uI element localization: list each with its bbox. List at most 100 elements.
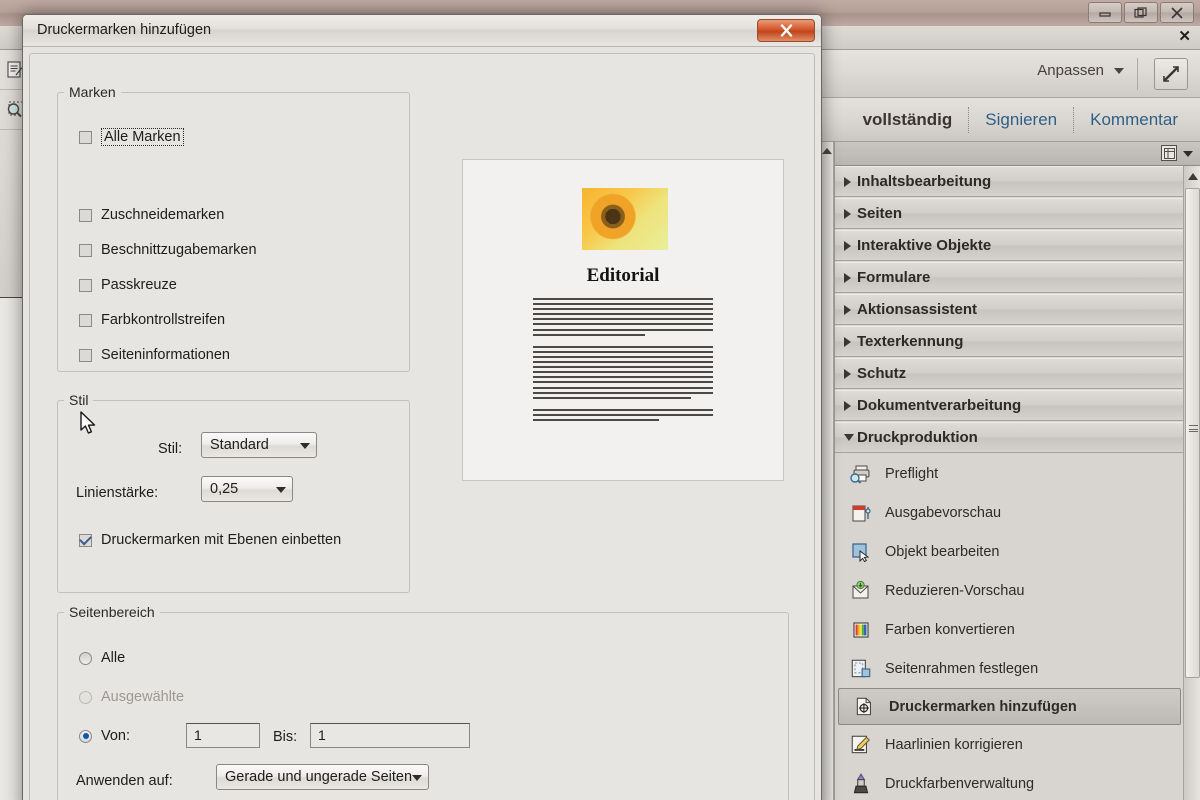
chevron-right-icon (844, 272, 851, 283)
tool-group-texterkennung[interactable]: Texterkennung (835, 326, 1184, 357)
sunflower-photo (582, 188, 668, 250)
tool-group-druckproduktion[interactable]: Druckproduktion (835, 422, 1184, 453)
chevron-down-icon (300, 443, 310, 449)
chevron-right-icon (844, 208, 851, 219)
add-printer-marks-icon (856, 697, 871, 715)
checkbox-seiteninformationen[interactable]: Seiteninformationen (79, 347, 230, 363)
tools-panel: Inhaltsbearbeitung Seiten Interaktive Ob… (834, 142, 1200, 800)
tool-item-preflight[interactable]: Preflight (835, 454, 1184, 493)
checkbox-box[interactable] (79, 313, 92, 327)
tool-item-label: Druckfarbenverwaltung (885, 775, 1035, 792)
bis-label: Bis: (273, 729, 298, 745)
checkbox-label: Seiteninformationen (101, 347, 230, 363)
bis-input[interactable]: 1 (310, 723, 470, 748)
stil-field-label: Stil: (158, 441, 183, 457)
chevron-down-icon (1114, 67, 1124, 74)
checkbox-beschnittzugabemarken[interactable]: Beschnittzugabemarken (79, 242, 257, 258)
tool-item-druckermarken-hinzufuegen[interactable]: Druckermarken hinzufügen (838, 688, 1181, 725)
tool-item-ausgabevorschau[interactable]: Ausgabevorschau (835, 493, 1184, 532)
anpassen-dropdown[interactable]: Anpassen (1037, 62, 1124, 79)
tool-item-label: Farben konvertieren (885, 621, 1015, 638)
stil-select[interactable]: Standard (201, 432, 317, 458)
checkbox-box[interactable] (79, 278, 92, 292)
tool-group-seiten[interactable]: Seiten (835, 198, 1184, 229)
marken-group: Marken Alle Marken Zuschneidemarken Besc… (57, 84, 410, 372)
tool-group-label: Formulare (857, 269, 931, 286)
tool-group-label: Seiten (857, 205, 903, 222)
chevron-right-icon (844, 400, 851, 411)
tool-item-seitenrahmen-festlegen[interactable]: Seitenrahmen festlegen (835, 649, 1184, 688)
checkbox-druckermarken-ebenen-einbetten[interactable]: Druckermarken mit Ebenen einbetten (79, 532, 341, 548)
panel-options-icon[interactable] (1161, 145, 1177, 161)
radio-ausgewaehlte: Ausgewählte (79, 689, 184, 705)
set-page-boxes-icon (851, 659, 871, 677)
checkbox-box[interactable] (79, 348, 92, 362)
tool-group-inhaltsbearbeitung[interactable]: Inhaltsbearbeitung (835, 166, 1184, 197)
tool-item-druckfarbenverwaltung[interactable]: Druckfarbenverwaltung (835, 764, 1184, 800)
checkbox-label: Alle Marken (101, 128, 184, 146)
expand-view-button[interactable] (1154, 58, 1188, 90)
scroll-up-icon[interactable] (1187, 173, 1198, 180)
checkbox-box[interactable] (79, 243, 92, 257)
close-icon (780, 24, 792, 37)
radio-circle[interactable] (79, 651, 92, 665)
tool-item-haarlinien-korrigieren[interactable]: Haarlinien korrigieren (835, 725, 1184, 764)
tab-vollstaendig[interactable]: vollständig (847, 110, 969, 130)
seitenbereich-group: Seitenbereich Alle Ausgewählte Von: 1 Bi… (57, 604, 789, 800)
tool-group-aktionsassistent[interactable]: Aktionsassistent (835, 294, 1184, 325)
dialog-close-button[interactable] (757, 19, 815, 42)
anwenden-auf-select[interactable]: Gerade und ungerade Seiten (216, 764, 429, 790)
scrollbar-thumb[interactable] (1185, 188, 1200, 678)
tab-signieren[interactable]: Signieren (969, 110, 1073, 130)
tool-item-label: Ausgabevorschau (885, 504, 1002, 521)
checkbox-alle-marken[interactable]: Alle Marken (79, 128, 184, 146)
radio-alle[interactable]: Alle (79, 650, 125, 666)
tools-panel-scrollbar[interactable] (1183, 166, 1200, 800)
close-button[interactable] (1160, 2, 1194, 23)
minimize-button[interactable] (1088, 2, 1122, 23)
radio-circle[interactable] (79, 729, 92, 743)
tool-group-dokumentverarbeitung[interactable]: Dokumentverarbeitung (835, 390, 1184, 421)
scrollbar-grip-icon (1189, 425, 1198, 432)
linienstaerke-select-value: 0,25 (210, 481, 239, 497)
tool-group-schutz[interactable]: Schutz (835, 358, 1184, 389)
checkbox-box[interactable] (79, 130, 92, 144)
chevron-right-icon (844, 336, 851, 347)
tool-item-reduzieren-vorschau[interactable]: Reduzieren-Vorschau (835, 571, 1184, 610)
checkbox-label: Farbkontrollstreifen (101, 312, 226, 328)
checkbox-farbkontrollstreifen[interactable]: Farbkontrollstreifen (79, 312, 225, 328)
chevron-right-icon (844, 176, 851, 187)
checkbox-label: Beschnittzugabemarken (101, 242, 257, 258)
restore-button[interactable] (1124, 2, 1158, 23)
radio-von[interactable]: Von: (79, 728, 130, 744)
mouse-cursor (80, 411, 96, 434)
convert-colors-icon (849, 618, 873, 642)
chevron-down-icon[interactable] (1183, 151, 1193, 157)
checkbox-passkreuze[interactable]: Passkreuze (79, 277, 177, 293)
checkbox-label: Zuschneidemarken (101, 207, 225, 223)
tool-group-interaktive-objekte[interactable]: Interaktive Objekte (835, 230, 1184, 261)
fix-hairlines-icon (851, 735, 870, 753)
tool-item-objekt-bearbeiten[interactable]: Objekt bearbeiten (835, 532, 1184, 571)
checkbox-label: Druckermarken mit Ebenen einbetten (101, 532, 342, 548)
tool-item-label: Preflight (885, 465, 939, 482)
marken-legend: Marken (69, 84, 116, 100)
checkbox-label: Passkreuze (101, 277, 177, 293)
dialog-titlebar[interactable]: Druckermarken hinzufügen (23, 15, 821, 47)
close-icon[interactable]: ✕ (1178, 29, 1191, 45)
preflight-printer-icon (849, 462, 873, 486)
chevron-down-icon (844, 434, 854, 441)
dialog-body: Marken Alle Marken Zuschneidemarken Besc… (29, 53, 815, 800)
chevron-right-icon (844, 240, 851, 251)
checkbox-box[interactable] (79, 533, 92, 547)
scroll-up-icon[interactable] (822, 148, 832, 154)
checkbox-box[interactable] (79, 208, 92, 222)
linienstaerke-select[interactable]: 0,25 (201, 476, 293, 502)
expand-arrows-icon (1163, 66, 1179, 82)
tab-kommentar[interactable]: Kommentar (1074, 110, 1200, 130)
tool-group-formulare[interactable]: Formulare (835, 262, 1184, 293)
tool-item-label: Objekt bearbeiten (885, 543, 1000, 560)
von-input[interactable]: 1 (186, 723, 260, 748)
tool-item-farben-konvertieren[interactable]: Farben konvertieren (835, 610, 1184, 649)
checkbox-zuschneidemarken[interactable]: Zuschneidemarken (79, 207, 224, 223)
